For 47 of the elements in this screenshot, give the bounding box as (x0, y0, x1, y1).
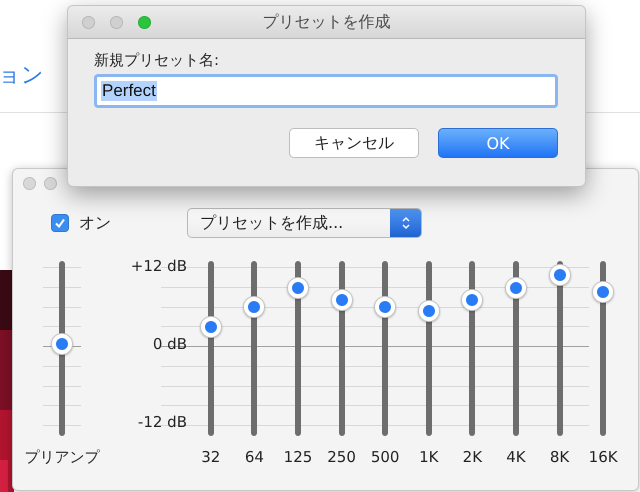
slider[interactable] (200, 261, 222, 436)
slider[interactable] (374, 261, 396, 436)
scale-label: +12 dB (130, 257, 187, 275)
scale-label: -12 dB (138, 413, 187, 431)
scale-label: 0 dB (152, 335, 187, 353)
slider-thumb[interactable] (374, 296, 396, 318)
checkmark-icon (54, 217, 66, 229)
band-label: 1K (419, 448, 438, 466)
band-label: 64 (244, 448, 264, 466)
link-text[interactable]: ョン (0, 60, 44, 90)
band-label: 125 (284, 448, 312, 466)
slider-thumb[interactable] (243, 296, 266, 318)
slider-thumb[interactable] (548, 264, 571, 286)
slider[interactable] (286, 261, 309, 436)
slider[interactable] (504, 261, 527, 436)
band-label: 4K (506, 448, 526, 466)
slider[interactable] (592, 261, 614, 436)
slider-thumb[interactable] (200, 316, 222, 338)
band-label: 16K (588, 448, 618, 466)
slider-thumb[interactable] (330, 289, 353, 312)
zoom-icon[interactable] (138, 16, 151, 28)
band-label: 250 (327, 448, 356, 466)
checkbox-label: オン (79, 212, 111, 234)
slider-thumb[interactable] (461, 289, 484, 312)
slider[interactable] (548, 261, 571, 436)
preamp-label: プリアンプ (24, 448, 100, 467)
preset-name-field[interactable]: Perfect (94, 74, 558, 108)
slider[interactable] (418, 261, 440, 436)
dialog-title: プリセットを作成 (262, 12, 390, 32)
slider-thumb[interactable] (286, 276, 309, 299)
slider-thumb[interactable] (504, 276, 527, 299)
slider-thumb[interactable] (418, 300, 440, 322)
slider[interactable] (330, 261, 353, 436)
band-label: 32 (201, 448, 220, 466)
stepper-icon (390, 209, 421, 237)
cancel-button[interactable]: キャンセル (289, 128, 419, 158)
slider[interactable] (461, 261, 484, 436)
band-label: 2K (462, 448, 482, 466)
preset-popup[interactable]: プリセットを作成... (187, 208, 422, 238)
slider[interactable] (51, 261, 73, 436)
field-label: 新規プリセット名: (94, 51, 220, 70)
band-label: 8K (550, 448, 570, 466)
slider-thumb[interactable] (592, 281, 614, 304)
band-label: 500 (370, 448, 400, 466)
slider-thumb[interactable] (51, 333, 73, 356)
on-checkbox[interactable] (51, 214, 69, 232)
slider[interactable] (243, 261, 266, 436)
